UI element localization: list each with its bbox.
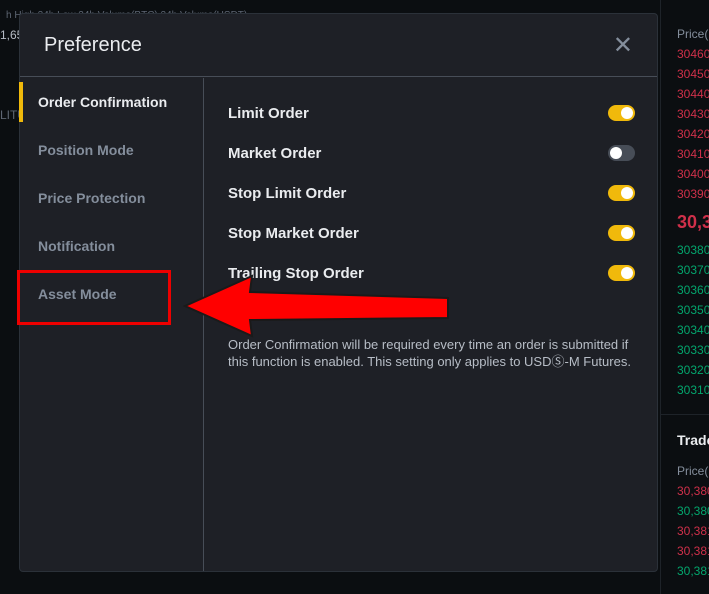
sidebar-item-order-confirmation[interactable]: Order Confirmation [19,78,203,126]
option-row: Limit Order [228,93,635,133]
bid-price: 30380 [677,243,709,257]
orderbook-price-header: Price( [677,27,709,41]
bid-price: 30350 [677,303,709,317]
sidebar-item-notification[interactable]: Notification [20,222,203,270]
ask-price: 30430 [677,107,709,121]
option-row: Stop Limit Order [228,173,635,213]
ask-price: 30460 [677,47,709,61]
toggle-switch[interactable] [608,185,635,201]
toggle-switch[interactable] [608,105,635,121]
ask-price: 30420 [677,127,709,141]
trade-price: 30,381 [677,524,709,538]
option-row: Market Order [228,133,635,173]
toggle-switch[interactable] [608,225,635,241]
ask-price: 30390 [677,187,709,201]
close-icon[interactable]: ✕ [613,31,633,60]
bid-price: 30370 [677,263,709,277]
ask-price: 30450 [677,67,709,81]
trades-price-header: Price( [677,464,709,478]
mid-price: 30,3 [677,212,709,232]
sidebar-item-position-mode[interactable]: Position Mode [20,126,203,174]
bid-price: 30320 [677,363,709,377]
trade-price: 30,381 [677,564,709,578]
option-label: Market Order [228,144,322,162]
option-label: Stop Limit Order [228,184,347,202]
ask-price: 30400 [677,167,709,181]
order-book: Price( 30460 30450 30440 30430 30420 30410 304… [660,0,709,594]
ask-price: 30440 [677,87,709,101]
ask-price: 30410 [677,147,709,161]
trade-price: 30,380 [677,484,709,498]
trade-price: 30,380 [677,504,709,518]
bid-price: 30330 [677,343,709,357]
sidebar-item-price-protection[interactable]: Price Protection [20,174,203,222]
option-row: Stop Market Order [228,213,635,253]
bid-price: 30340 [677,323,709,337]
description-text: Order Confirmation will be required ever… [228,337,631,369]
toggle-switch[interactable] [608,145,635,161]
trades-title: Trade [677,432,709,448]
annotation-highlight-box [17,270,171,325]
toggle-switch[interactable] [608,265,635,281]
option-label: Limit Order [228,104,309,122]
annotation-arrow-icon [182,274,449,338]
trade-price: 30,381 [677,544,709,558]
bid-price: 30360 [677,283,709,297]
option-label: Stop Market Order [228,224,359,242]
dialog-title: Preference [44,33,142,56]
bid-price: 30310 [677,383,709,397]
